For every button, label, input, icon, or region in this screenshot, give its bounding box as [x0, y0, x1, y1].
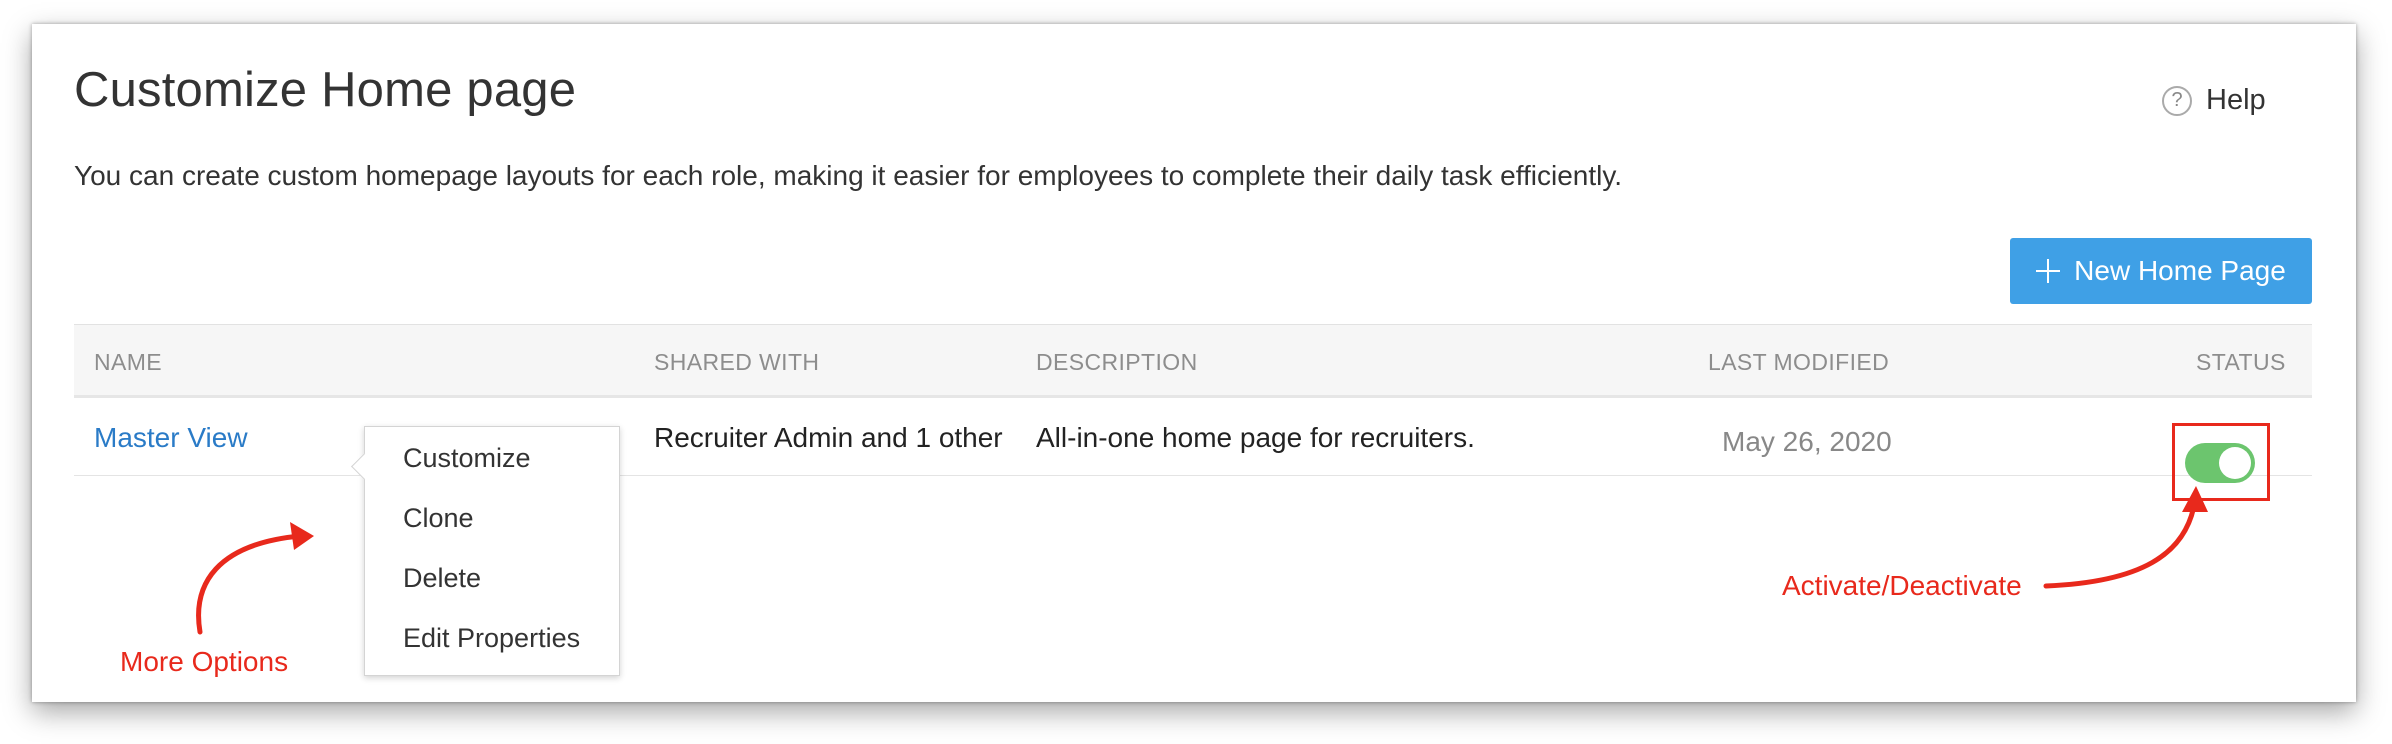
customize-home-page-panel: Customize Home page ? Help You can creat… — [32, 24, 2356, 702]
annotation-arrows — [196, 486, 2208, 635]
screenshot-canvas: Customize Home page ? Help You can creat… — [0, 0, 2392, 744]
activate-deactivate-arrow — [2043, 503, 2197, 589]
more-options-arrow — [196, 533, 303, 635]
activate-deactivate-arrowhead — [2182, 486, 2208, 512]
more-options-arrowhead — [290, 522, 314, 550]
